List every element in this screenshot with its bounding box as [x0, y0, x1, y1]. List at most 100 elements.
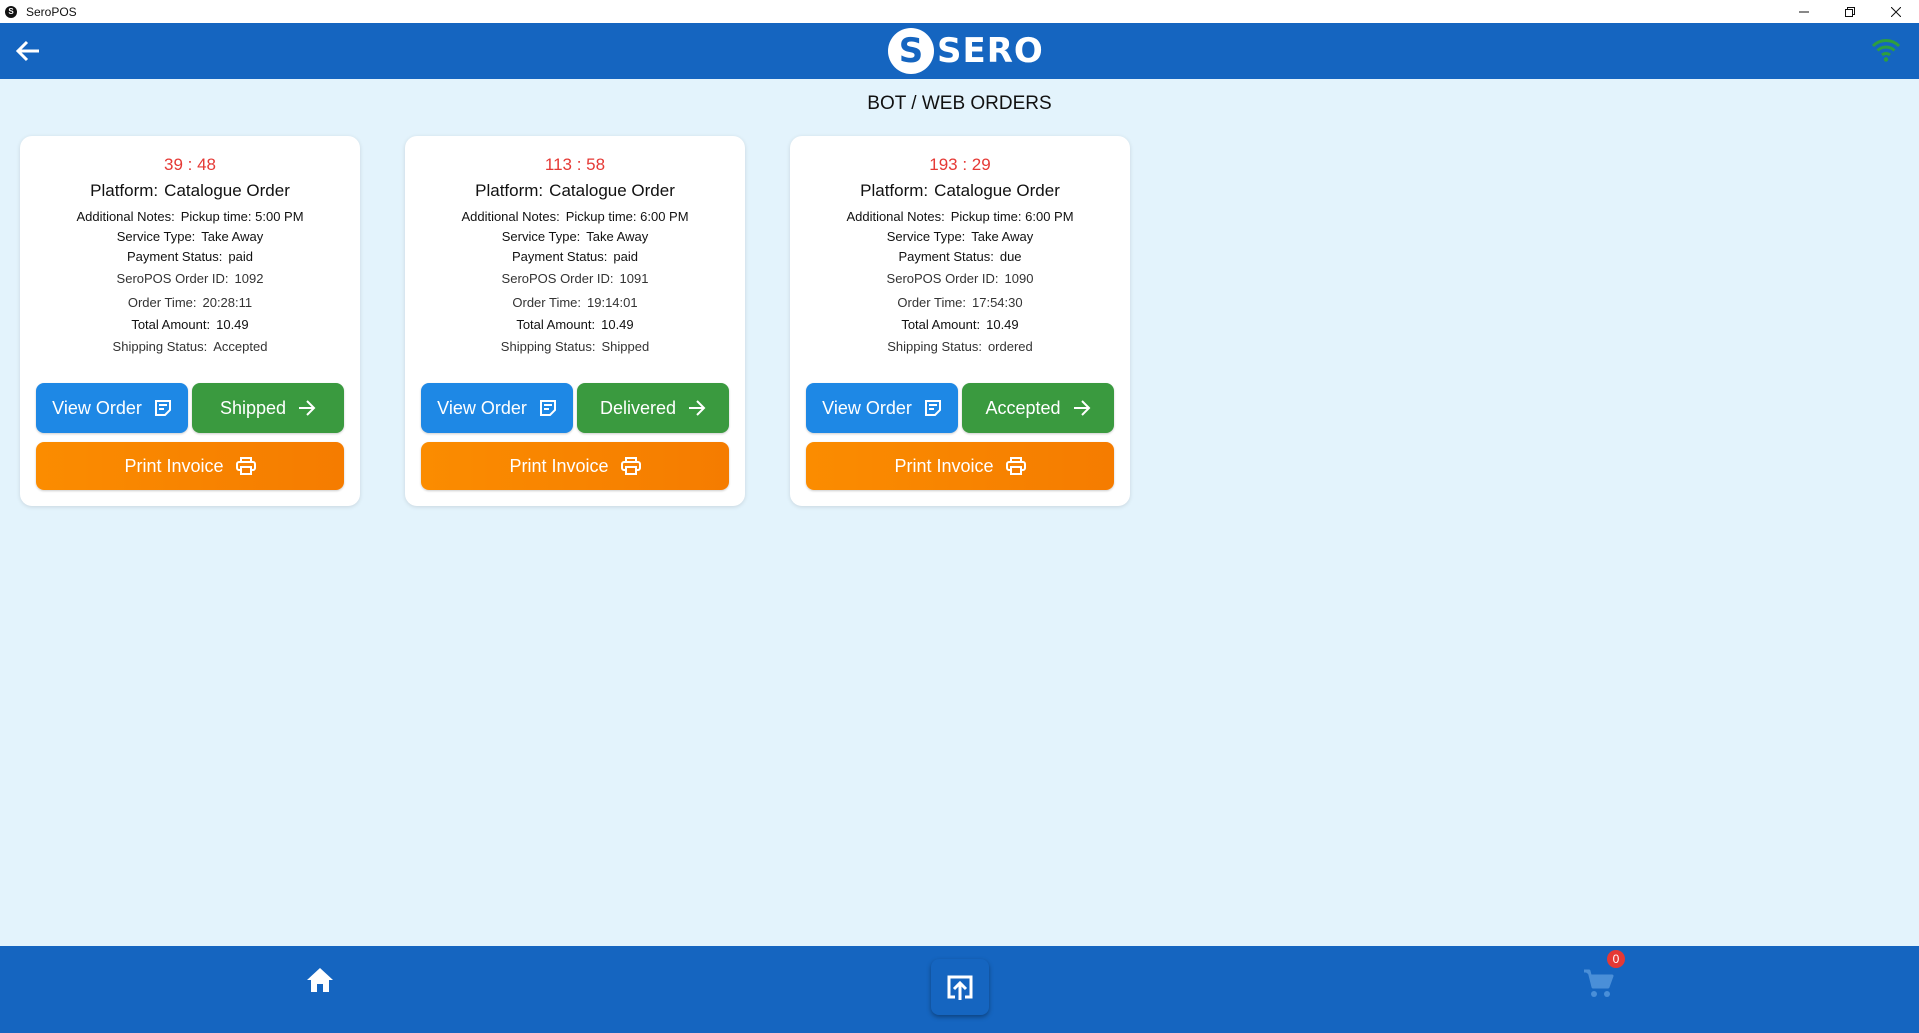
arrow-right-icon	[688, 400, 706, 416]
restore-button[interactable]	[1827, 0, 1873, 23]
order-time-label: Order Time:	[127, 295, 197, 310]
home-icon	[307, 968, 333, 992]
advance-status-button[interactable]: Accepted	[962, 383, 1114, 433]
platform-value: Catalogue Order	[164, 181, 290, 200]
total-value: 10.49	[216, 317, 249, 332]
view-order-button[interactable]: View Order	[421, 383, 573, 433]
order-timer: 39 : 48	[164, 155, 216, 174]
print-invoice-button[interactable]: Print Invoice	[421, 442, 729, 490]
platform-label: Platform:	[475, 181, 544, 200]
arrow-right-icon	[1073, 400, 1091, 416]
order-id-label: SeroPOS Order ID:	[886, 271, 999, 286]
home-button[interactable]	[305, 966, 335, 999]
sero-logo: S SERO	[888, 27, 1044, 75]
service-value: Take Away	[586, 229, 649, 244]
notes-label: Additional Notes:	[461, 209, 560, 224]
order-time-value: 19:14:01	[587, 295, 638, 310]
notes-label: Additional Notes:	[76, 209, 175, 224]
note-icon	[924, 399, 942, 417]
logo-text: SERO	[937, 31, 1044, 71]
order-card: 39 : 48 Platform: Catalogue Order Additio…	[20, 136, 360, 506]
shipping-value: Accepted	[213, 339, 268, 354]
total-value: 10.49	[601, 317, 634, 332]
view-order-label: View Order	[822, 397, 912, 418]
print-invoice-button[interactable]: Print Invoice	[36, 442, 344, 490]
total-label: Total Amount:	[131, 317, 211, 332]
total-value: 10.49	[986, 317, 1019, 332]
order-id-value: 1091	[619, 271, 649, 286]
window-titlebar: S SeroPOS	[0, 0, 1919, 23]
printer-icon	[620, 457, 641, 475]
platform-value: Catalogue Order	[934, 181, 1060, 200]
restore-icon	[1845, 6, 1855, 17]
service-value: Take Away	[971, 229, 1034, 244]
payment-label: Payment Status:	[127, 249, 223, 264]
print-invoice-label: Print Invoice	[509, 455, 609, 476]
total-label: Total Amount:	[516, 317, 596, 332]
payment-value: paid	[613, 249, 638, 264]
printer-icon	[235, 457, 256, 475]
arrow-left-icon	[15, 40, 39, 62]
payment-label: Payment Status:	[512, 249, 608, 264]
print-invoice-label: Print Invoice	[894, 455, 994, 476]
view-order-label: View Order	[437, 397, 527, 418]
service-value: Take Away	[201, 229, 264, 244]
app-header: S SERO	[0, 23, 1919, 79]
advance-status-button[interactable]: Shipped	[192, 383, 344, 433]
payment-value: paid	[228, 249, 253, 264]
minimize-icon	[1799, 11, 1809, 12]
printer-icon	[1005, 457, 1026, 475]
advance-status-button[interactable]: Delivered	[577, 383, 729, 433]
print-invoice-button[interactable]: Print Invoice	[806, 442, 1114, 490]
view-order-button[interactable]: View Order	[36, 383, 188, 433]
order-time-label: Order Time:	[512, 295, 581, 310]
bottom-nav: 0	[0, 946, 1919, 1033]
platform-value: Catalogue Order	[549, 181, 675, 200]
order-id-label: SeroPOS Order ID:	[501, 271, 614, 286]
upload-icon	[947, 975, 973, 1000]
notes-value: Pickup time: 6:00 PM	[950, 209, 1074, 224]
order-id-value: 1092	[234, 271, 264, 286]
notes-value: Pickup time: 6:00 PM	[565, 209, 689, 224]
cart-count-badge: 0	[1607, 950, 1625, 968]
upload-orders-button[interactable]	[931, 959, 989, 1015]
note-icon	[154, 399, 172, 417]
order-card: 193 : 29 Platform: Catalogue Order Additi…	[790, 136, 1130, 506]
shipping-label: Shipping Status:	[500, 339, 596, 354]
close-icon	[1891, 6, 1901, 17]
shipping-label: Shipping Status:	[887, 339, 982, 354]
total-label: Total Amount:	[901, 317, 981, 332]
wifi-icon	[1871, 37, 1901, 68]
view-order-label: View Order	[52, 397, 142, 418]
shipping-value: ordered	[987, 339, 1033, 354]
cart-button[interactable]	[1582, 968, 1614, 1003]
order-time-label: Order Time:	[897, 295, 966, 310]
notes-value: Pickup time: 5:00 PM	[180, 209, 304, 224]
payment-label: Payment Status:	[898, 249, 994, 264]
advance-status-label: Delivered	[599, 397, 677, 418]
service-label: Service Type:	[886, 229, 966, 244]
advance-status-label: Accepted	[985, 397, 1061, 418]
order-id-label: SeroPOS Order ID:	[116, 271, 229, 286]
note-icon	[539, 399, 557, 417]
cart-icon	[1584, 969, 1614, 997]
service-label: Service Type:	[116, 229, 196, 244]
order-timer: 193 : 29	[929, 155, 991, 174]
order-time-value: 20:28:11	[202, 295, 253, 310]
minimize-button[interactable]	[1781, 0, 1827, 23]
print-invoice-label: Print Invoice	[124, 455, 224, 476]
platform-label: Platform:	[860, 181, 929, 200]
advance-status-label: Shipped	[219, 397, 287, 418]
order-timer: 113 : 58	[544, 155, 606, 174]
back-button[interactable]	[12, 35, 44, 67]
close-window-button[interactable]	[1873, 0, 1919, 23]
window-title: SeroPOS	[26, 4, 77, 19]
shipping-value: Shipped	[601, 339, 650, 354]
service-label: Service Type:	[501, 229, 581, 244]
shipping-label: Shipping Status:	[112, 339, 208, 354]
order-time-value: 17:54:30	[972, 295, 1023, 310]
notes-label: Additional Notes:	[846, 209, 945, 224]
logo-mark: S	[888, 28, 934, 74]
view-order-button[interactable]: View Order	[806, 383, 958, 433]
order-card: 113 : 58 Platform: Catalogue Order Additi…	[405, 136, 745, 506]
